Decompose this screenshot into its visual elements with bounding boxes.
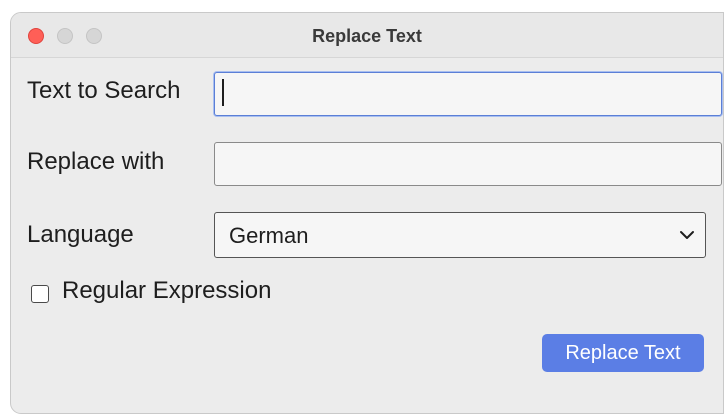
language-select[interactable]: German [214,212,706,258]
search-label: Text to Search [27,77,181,104]
replace-text-button[interactable]: Replace Text [542,334,704,372]
language-label: Language [27,221,134,248]
regex-checkbox-label[interactable]: Regular Expression [62,277,271,305]
chevron-down-icon [679,227,695,243]
replace-input[interactable] [214,142,722,186]
text-caret [222,79,224,106]
replace-text-dialog: Replace Text Text to Search Replace with… [10,12,724,414]
language-selected-value: German [229,223,309,248]
search-input[interactable] [214,72,722,116]
replace-label: Replace with [27,148,165,175]
regex-checkbox[interactable] [31,285,49,303]
window-title: Replace Text [312,26,422,46]
title-bar[interactable]: Replace Text [11,13,723,58]
